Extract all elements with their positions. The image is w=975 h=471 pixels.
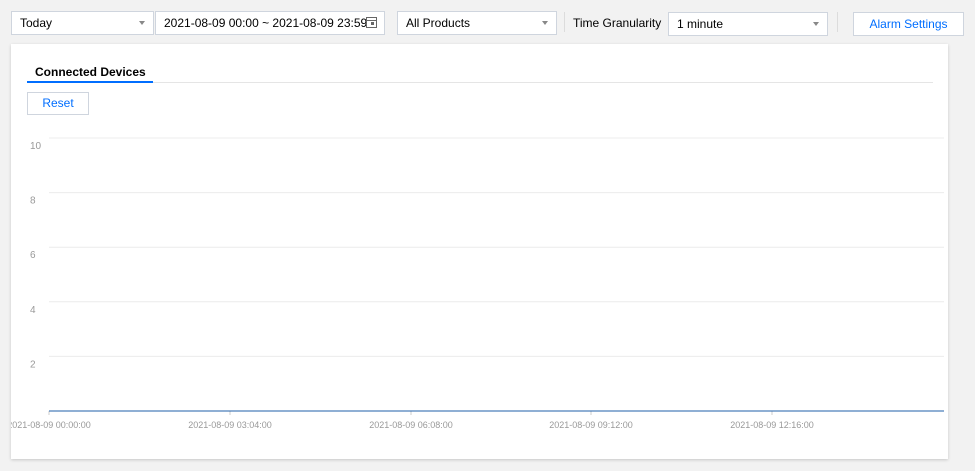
granularity-select-value: 1 minute — [677, 17, 724, 31]
toolbar: Today 2021-08-09 00:00 ~ 2021-08-09 23:5… — [0, 0, 975, 44]
x-tick-label: 2021-08-09 03:04:00 — [188, 420, 272, 430]
chart-panel: Connected Devices Reset 2 4 6 8 10 2021-08-09… — [11, 44, 948, 459]
x-tick-label: 2021-08-09 09:12:00 — [549, 420, 633, 430]
date-range-value: 2021-08-09 00:00 ~ 2021-08-09 23:59 — [164, 16, 368, 30]
y-tick-label: 8 — [30, 196, 36, 207]
y-tick-label: 6 — [30, 250, 36, 261]
chevron-down-icon — [542, 21, 548, 25]
date-range-picker[interactable]: 2021-08-09 00:00 ~ 2021-08-09 23:59 — [155, 11, 385, 35]
alarm-settings-button[interactable]: Alarm Settings — [853, 12, 964, 36]
y-tick-label: 4 — [30, 305, 36, 316]
chevron-down-icon — [139, 21, 145, 25]
product-select-value: All Products — [406, 16, 471, 30]
calendar-icon — [366, 17, 377, 28]
granularity-select[interactable]: 1 minute — [668, 12, 828, 36]
y-tick-label: 2 — [30, 359, 36, 370]
connected-devices-chart: 2 4 6 8 10 2021-08-09 00:00:00 2021-08-09 03:0… — [11, 137, 944, 430]
x-tick-label: 2021-08-09 00:00:00 — [11, 420, 91, 430]
chevron-down-icon — [813, 22, 819, 26]
period-select[interactable]: Today — [11, 11, 154, 35]
divider — [564, 12, 565, 32]
x-tick-label: 2021-08-09 06:08:00 — [369, 420, 453, 430]
product-select[interactable]: All Products — [397, 11, 557, 35]
x-tick-label: 2021-08-09 12:16:00 — [730, 420, 814, 430]
divider — [837, 12, 838, 32]
time-granularity-label: Time Granularity — [573, 16, 662, 30]
period-select-value: Today — [20, 16, 53, 30]
y-tick-label: 10 — [30, 141, 42, 152]
